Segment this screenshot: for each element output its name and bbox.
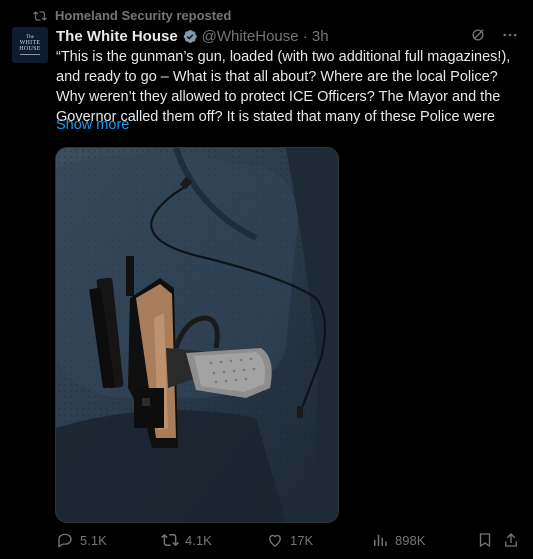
- bookmark-button[interactable]: [476, 528, 494, 552]
- avatar-rule: [20, 54, 40, 55]
- grok-icon[interactable]: [469, 26, 487, 44]
- avatar[interactable]: The WHITE HOUSE: [12, 27, 48, 63]
- verified-badge-icon: [183, 29, 197, 43]
- tweet-actions: 5.1K 4.1K 17K 898K: [56, 528, 526, 552]
- header-actions: [469, 26, 519, 44]
- avatar-text-3: HOUSE: [19, 46, 41, 52]
- reply-count: 5.1K: [80, 532, 107, 548]
- views-count: 898K: [395, 532, 426, 548]
- repost-count: 4.1K: [185, 532, 212, 548]
- repost-icon: [33, 10, 47, 21]
- reply-icon: [58, 533, 72, 548]
- author-name[interactable]: The White House: [56, 28, 178, 45]
- reply-button[interactable]: 5.1K: [56, 528, 107, 552]
- heart-icon: [269, 534, 281, 547]
- share-icon: [505, 533, 517, 547]
- tweet-header: The White House @WhiteHouse · 3h: [56, 26, 523, 46]
- handle-and-time[interactable]: @WhiteHouse · 3h: [202, 28, 329, 45]
- like-count: 17K: [290, 532, 314, 548]
- views-button[interactable]: 898K: [371, 528, 425, 552]
- views-icon: [374, 534, 387, 546]
- show-more-link[interactable]: Show more: [56, 117, 129, 133]
- share-button[interactable]: [502, 528, 520, 552]
- repost-indicator[interactable]: Homeland Security reposted: [33, 8, 231, 23]
- photo-of-pistol-on-car-seat: [56, 148, 338, 522]
- more-icon[interactable]: [501, 26, 519, 44]
- tweet-text: “This is the gunman’s gun, loaded (with …: [56, 49, 511, 125]
- bookmark-icon: [479, 533, 491, 548]
- repost-text: Homeland Security reposted: [55, 8, 232, 23]
- repost-button[interactable]: 4.1K: [161, 528, 212, 552]
- repost-action-icon: [161, 533, 179, 547]
- like-button[interactable]: 17K: [266, 528, 313, 552]
- tweet-media[interactable]: [55, 147, 339, 523]
